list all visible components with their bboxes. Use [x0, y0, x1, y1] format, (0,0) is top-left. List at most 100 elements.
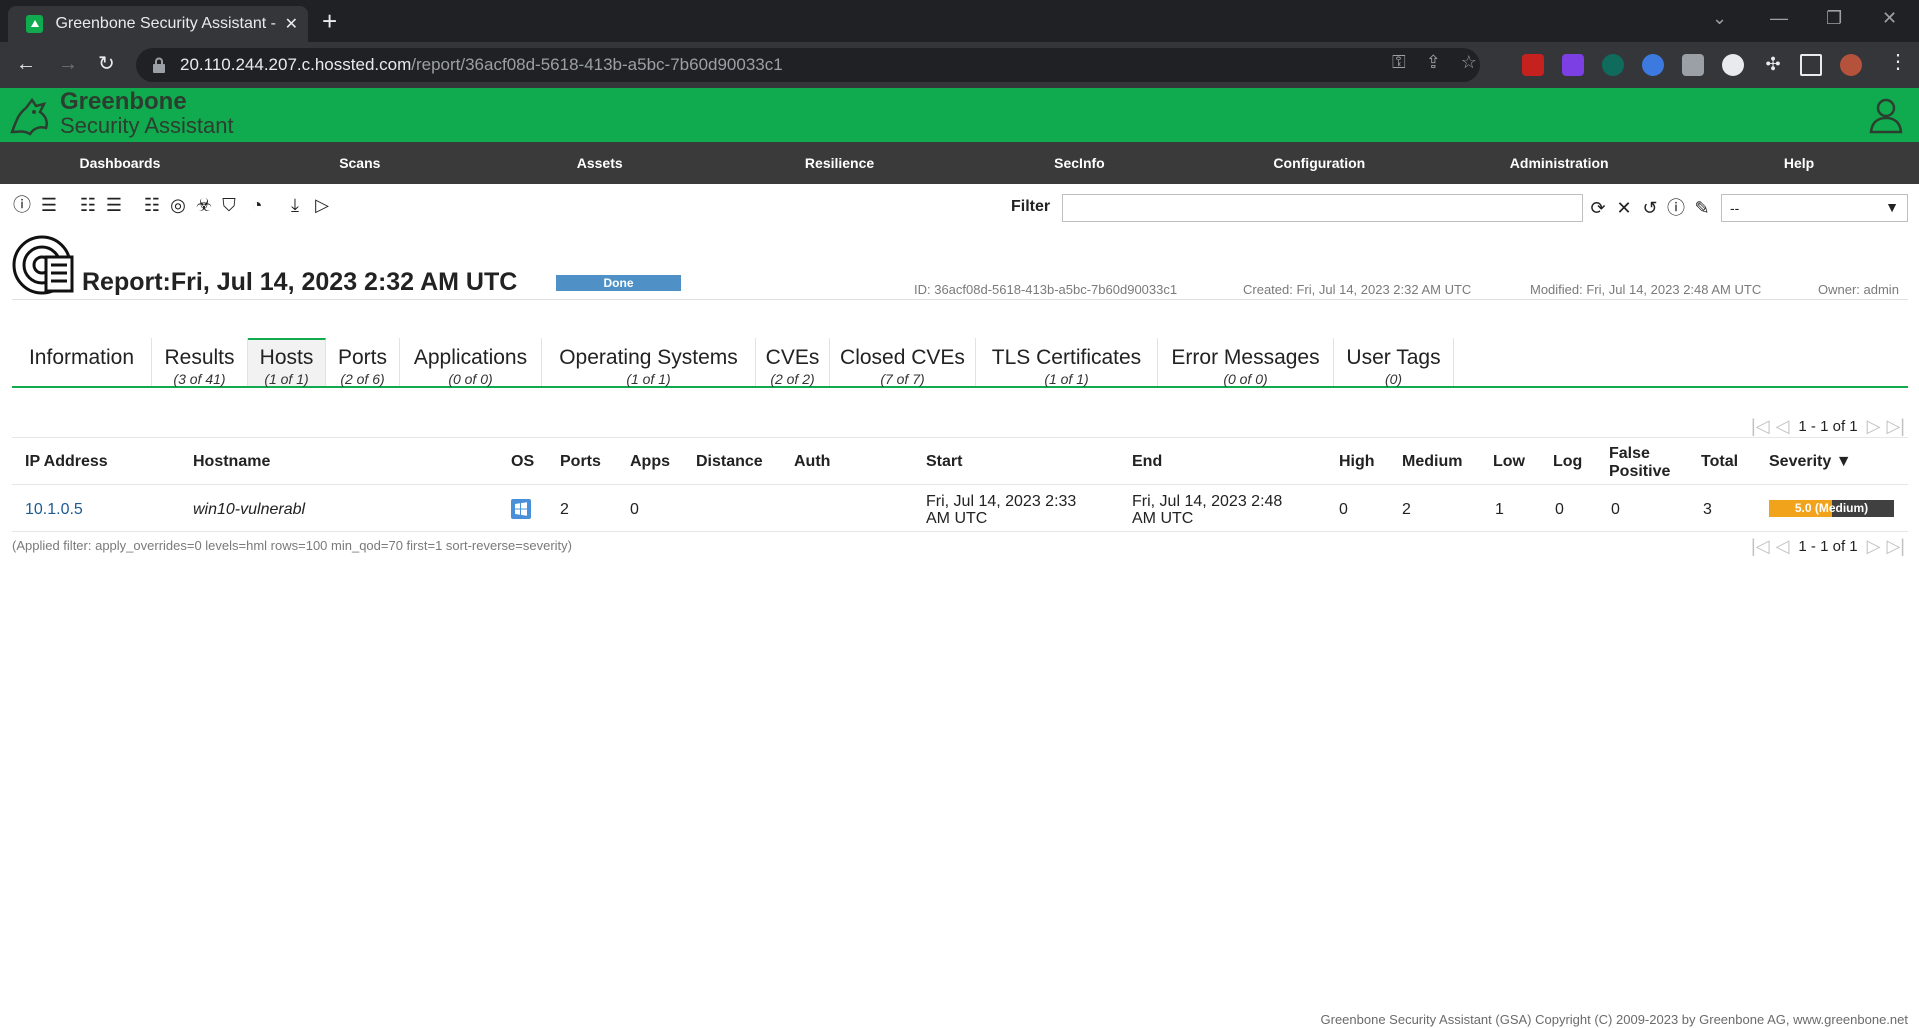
filter-input[interactable] [1062, 194, 1583, 222]
menu-help[interactable]: Help [1679, 142, 1919, 184]
side-panel-icon[interactable] [1800, 54, 1822, 76]
trigger-alert-icon[interactable]: ▷ [311, 194, 333, 216]
column-header-ip-address[interactable]: IP Address [25, 453, 108, 471]
column-header-log[interactable]: Log [1553, 453, 1582, 471]
tab-count: (2 of 2) [770, 371, 815, 387]
cloud-extension-icon[interactable] [1722, 54, 1744, 76]
tab-error-messages[interactable]: Error Messages (0 of 0) [1158, 338, 1334, 386]
vulnerabilities-icon[interactable]: ☣ [193, 194, 215, 216]
r-extension-icon[interactable] [1562, 54, 1584, 76]
host-hostname: win10-vulnerabl [193, 501, 306, 518]
reload-icon[interactable]: ↻ [98, 54, 115, 74]
column-header-end[interactable]: End [1132, 453, 1162, 471]
extension-icon-2[interactable] [1682, 54, 1704, 76]
next-page-icon[interactable]: ▷ [1867, 416, 1881, 437]
menu-assets[interactable]: Assets [480, 142, 720, 184]
menu-scans[interactable]: Scans [240, 142, 480, 184]
brand-name: Greenbone [60, 88, 187, 115]
host-end-line2: AM UTC [1132, 510, 1194, 527]
extension-icon[interactable] [1602, 54, 1624, 76]
key-icon[interactable]: ⚿ [1392, 52, 1406, 73]
menu-dashboards[interactable]: Dashboards [0, 142, 240, 184]
update-filter-icon[interactable]: ⟳ [1587, 197, 1609, 219]
gsa-header [0, 88, 1919, 142]
menu-administration[interactable]: Administration [1439, 142, 1679, 184]
gmail-extension-icon[interactable] [1522, 54, 1544, 76]
tab-hosts[interactable]: Hosts (1 of 1) [248, 338, 326, 386]
restore-icon[interactable]: ❐ [1826, 8, 1842, 29]
menu-secinfo[interactable]: SecInfo [960, 142, 1200, 184]
extensions-puzzle-icon[interactable]: ✣ [1762, 54, 1784, 76]
column-header-auth[interactable]: Auth [794, 453, 830, 471]
tab-operating-systems[interactable]: Operating Systems (1 of 1) [542, 338, 756, 386]
column-header-hostname[interactable]: Hostname [193, 453, 270, 471]
tab-closed-cves[interactable]: Closed CVEs (7 of 7) [830, 338, 976, 386]
tab-tls-certificates[interactable]: TLS Certificates (1 of 1) [976, 338, 1158, 386]
column-header-start[interactable]: Start [926, 453, 962, 471]
remove-from-assets-icon[interactable]: ☰ [103, 194, 125, 216]
forward-icon[interactable]: → [58, 54, 78, 74]
column-header-distance[interactable]: Distance [696, 453, 763, 471]
user-menu-icon[interactable] [1868, 96, 1904, 134]
last-page-icon[interactable]: ▷| [1886, 416, 1905, 437]
report-icon[interactable]: ◎ [167, 194, 189, 216]
vpn-extension-icon[interactable] [1642, 54, 1664, 76]
host-medium: 2 [1402, 501, 1411, 518]
filter-help-icon[interactable]: ⓘ [1665, 197, 1687, 219]
column-header-total[interactable]: Total [1701, 453, 1738, 471]
minimize-icon[interactable]: — [1770, 8, 1788, 29]
main-menu: Dashboards Scans Assets Resilience SecIn… [0, 142, 1919, 184]
last-page-icon[interactable]: ▷| [1886, 536, 1905, 557]
browser-menu-icon[interactable]: ⋮ [1888, 52, 1908, 72]
column-header-high[interactable]: High [1339, 453, 1375, 471]
add-to-assets-icon[interactable]: ☷ [77, 194, 99, 216]
column-header-os[interactable]: OS [511, 453, 534, 471]
profile-avatar[interactable] [1840, 54, 1862, 76]
edit-filter-icon[interactable]: ✎ [1691, 197, 1713, 219]
menu-resilience[interactable]: Resilience [720, 142, 960, 184]
tab-cves[interactable]: CVEs (2 of 2) [756, 338, 830, 386]
previous-page-icon[interactable]: ◁ [1776, 416, 1790, 437]
table-top-border [12, 437, 1908, 438]
tab-label: Operating Systems [559, 346, 738, 369]
browser-tab[interactable]: Greenbone Security Assistant - Re ✕ [8, 6, 308, 42]
tls-certificates-icon[interactable]: ⛉ [218, 194, 240, 216]
column-header-medium[interactable]: Medium [1402, 453, 1462, 471]
column-header-apps[interactable]: Apps [630, 453, 670, 471]
tab-search-icon[interactable]: ⌄ [1712, 8, 1727, 29]
tab-ports[interactable]: Ports (2 of 6) [326, 338, 400, 386]
filter-select[interactable]: -- ▼ [1721, 194, 1908, 222]
tab-user-tags[interactable]: User Tags (0) [1334, 338, 1454, 386]
column-header-severity[interactable]: Severity ▼ [1769, 453, 1852, 471]
first-page-icon[interactable]: |◁ [1751, 536, 1770, 557]
column-header-low[interactable]: Low [1493, 453, 1525, 471]
page-title: Report:Fri, Jul 14, 2023 2:32 AM UTC [82, 268, 518, 296]
next-page-icon[interactable]: ▷ [1867, 536, 1881, 557]
tab-information[interactable]: Information [12, 338, 152, 386]
task-results-icon[interactable]: ☷ [141, 194, 163, 216]
pagination-text: 1 - 1 of 1 [1798, 537, 1858, 555]
menu-configuration[interactable]: Configuration [1199, 142, 1439, 184]
tab-applications[interactable]: Applications (0 of 0) [400, 338, 542, 386]
report-id: ID: 36acf08d-5618-413b-a5bc-7b60d90033c1 [914, 282, 1178, 297]
column-header-false-positive[interactable]: False Positive [1609, 445, 1670, 481]
host-ip-link[interactable]: 10.1.0.5 [25, 501, 83, 518]
close-tab-icon[interactable]: ✕ [285, 14, 298, 34]
previous-page-icon[interactable]: ◁ [1776, 536, 1790, 557]
window-close-icon[interactable]: ✕ [1882, 8, 1897, 29]
host-start-line2: AM UTC [926, 510, 988, 527]
download-icon[interactable]: ⤓ [284, 194, 306, 216]
back-icon[interactable]: ← [16, 54, 36, 74]
reset-filter-icon[interactable]: ↺ [1639, 197, 1661, 219]
first-page-icon[interactable]: |◁ [1751, 416, 1770, 437]
column-header-ports[interactable]: Ports [560, 453, 601, 471]
help-icon[interactable]: ⓘ [11, 194, 33, 216]
new-tab-button[interactable]: + [322, 8, 337, 34]
reports-list-icon[interactable]: ☰ [38, 194, 60, 216]
tab-results[interactable]: Results (3 of 41) [152, 338, 248, 386]
bookmark-star-icon[interactable]: ☆ [1461, 52, 1477, 73]
address-bar[interactable]: 20.110.244.207.c.hossted.com/report/36ac… [136, 48, 1480, 82]
remove-filter-icon[interactable]: ✕ [1613, 197, 1635, 219]
performance-icon[interactable]: ◔ [246, 194, 268, 216]
share-icon[interactable]: ⇪ [1426, 52, 1441, 73]
